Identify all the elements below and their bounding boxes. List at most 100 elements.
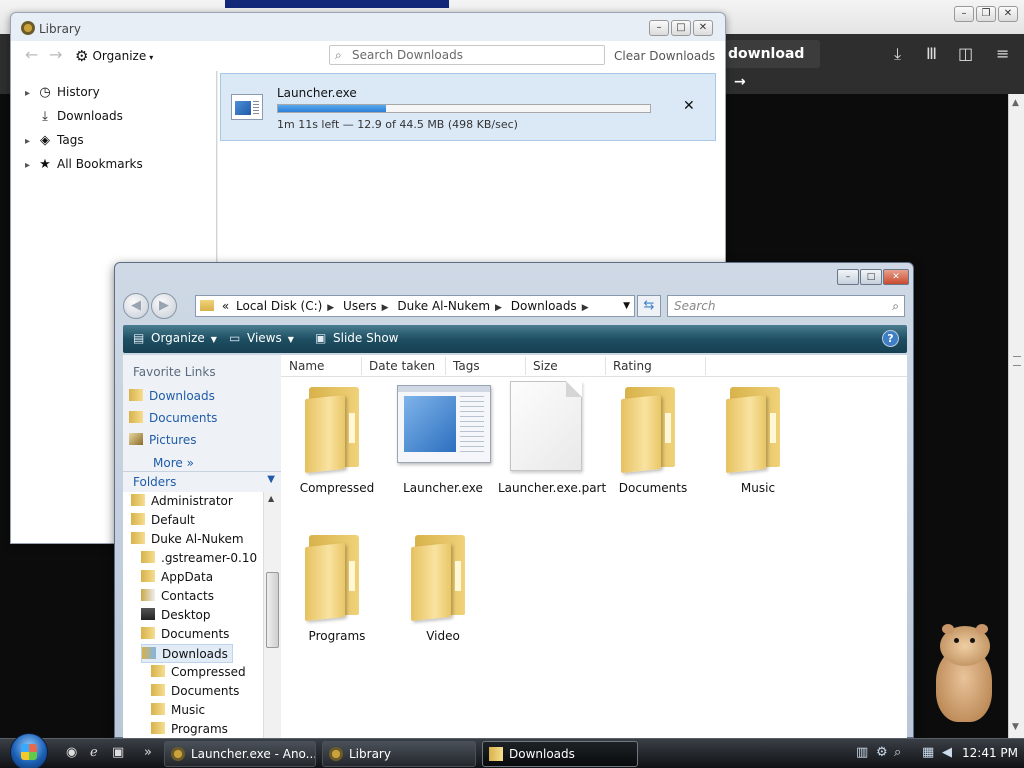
folders-header[interactable]: Folders ▼: [123, 471, 281, 491]
restore-button[interactable]: ❐: [976, 6, 996, 22]
chevron-right-icon[interactable]: ▶: [495, 303, 502, 313]
tree-item-contacts[interactable]: Contacts: [141, 587, 214, 606]
maximize-button[interactable]: □: [860, 269, 882, 285]
slideshow-button[interactable]: ▣ Slide Show: [315, 331, 398, 345]
address-dropdown-icon[interactable]: ▼: [623, 296, 630, 316]
tree-item-downloads[interactable]: Downloads: [141, 644, 233, 663]
minimize-button[interactable]: –: [649, 20, 669, 36]
sidebar-item-downloads[interactable]: ⤓ Downloads: [25, 109, 123, 129]
tree-item-compressed[interactable]: Compressed: [151, 663, 246, 682]
file-item-music[interactable]: Music: [708, 379, 808, 499]
tree-item-documents-sub[interactable]: Documents: [151, 682, 239, 701]
cancel-download-icon[interactable]: ✕: [683, 98, 695, 114]
breadcrumb-users[interactable]: Users: [343, 299, 377, 313]
scroll-up-icon[interactable]: ▲: [268, 494, 274, 503]
organize-menu[interactable]: ⚙ Organize ▾: [75, 47, 153, 65]
tree-item-appdata[interactable]: AppData: [141, 568, 213, 587]
file-item-compressed[interactable]: Compressed: [287, 379, 387, 499]
forward-arrow-icon[interactable]: →: [49, 45, 62, 64]
volume-icon[interactable]: ◀: [942, 745, 952, 760]
taskbar-item-downloads[interactable]: Downloads: [482, 741, 638, 767]
search-input[interactable]: ⌕ Search Downloads: [329, 45, 605, 65]
file-item-programs[interactable]: Programs: [287, 527, 387, 647]
file-item-documents[interactable]: Documents: [603, 379, 703, 499]
back-arrow-icon[interactable]: ←: [25, 45, 38, 64]
column-name[interactable]: Name: [289, 359, 324, 373]
sidebar-item-tags[interactable]: ▸ ◈ Tags: [25, 133, 84, 153]
maximize-button[interactable]: □: [671, 20, 691, 36]
views-button[interactable]: ▭ Views ▼: [229, 331, 294, 345]
browser-active-tab[interactable]: [225, 0, 449, 8]
file-item-video[interactable]: Video: [393, 527, 493, 647]
close-button[interactable]: ✕: [693, 20, 713, 36]
download-button[interactable]: download →: [720, 40, 820, 90]
scroll-down-icon[interactable]: ▼: [1012, 722, 1019, 732]
file-item-launcher-exe-part[interactable]: Launcher.exe.part: [498, 379, 606, 499]
download-arrow-icon[interactable]: ⤓: [894, 44, 901, 64]
chevron-right-icon[interactable]: ▶: [327, 303, 334, 313]
scroll-thumb[interactable]: [266, 572, 279, 648]
favorite-link-downloads[interactable]: Downloads: [129, 389, 215, 403]
tree-item-programs[interactable]: Programs: [151, 720, 228, 739]
breadcrumb-user[interactable]: Duke Al-Nukem: [397, 299, 490, 313]
quicklaunch-more-icon[interactable]: »: [144, 745, 152, 760]
library-icon[interactable]: Ⅲ: [926, 44, 937, 63]
breadcrumb-local-disk[interactable]: Local Disk (C:): [236, 299, 322, 313]
chevron-down-icon[interactable]: ▼: [267, 474, 275, 485]
download-item[interactable]: Launcher.exe 1m 11s left — 12.9 of 44.5 …: [220, 73, 716, 141]
tree-item-desktop[interactable]: Desktop: [141, 606, 211, 625]
chevron-right-icon[interactable]: ▶: [582, 303, 589, 313]
scroll-up-icon[interactable]: ▲: [1012, 98, 1019, 108]
minimize-button[interactable]: –: [837, 269, 859, 285]
close-button[interactable]: ✕: [998, 6, 1018, 22]
column-rating[interactable]: Rating: [613, 359, 652, 373]
help-icon[interactable]: ?: [882, 330, 899, 347]
clock[interactable]: 12:41 PM: [962, 746, 1018, 760]
sidebar-gadget-icon[interactable]: ▥: [856, 745, 868, 760]
forward-button[interactable]: ▶: [151, 293, 177, 319]
chevron-right-icon[interactable]: ▶: [382, 303, 389, 313]
hamster-gadget[interactable]: [928, 622, 1000, 724]
expand-icon[interactable]: ▸: [25, 136, 35, 147]
menu-icon[interactable]: ≡: [996, 44, 1009, 63]
expand-icon[interactable]: ▸: [25, 88, 35, 99]
organize-button[interactable]: ▤ Organize ▼: [133, 331, 217, 345]
start-button[interactable]: [8, 733, 50, 768]
search-input[interactable]: Search ⌕: [667, 295, 905, 317]
minimize-button[interactable]: –: [954, 6, 974, 22]
refresh-button[interactable]: ⇆: [637, 295, 661, 317]
address-bar[interactable]: « Local Disk (C:) ▶ Users ▶ Duke Al-Nukem ▶…: [195, 295, 635, 317]
tree-item-default[interactable]: Default: [131, 511, 195, 530]
column-date-taken[interactable]: Date taken: [369, 359, 435, 373]
quicklaunch-desktop-icon[interactable]: ▣: [112, 745, 124, 760]
settings-icon[interactable]: ⚙: [876, 745, 888, 760]
quicklaunch-ie-icon[interactable]: ℯ: [90, 745, 98, 760]
tree-item-duke-al-nukem[interactable]: Duke Al-Nukem: [131, 530, 244, 549]
scroll-grip[interactable]: [1013, 356, 1021, 366]
search-icon[interactable]: ⌕: [894, 745, 901, 760]
taskbar-item-library[interactable]: Library: [322, 741, 476, 767]
more-link[interactable]: More »: [153, 456, 194, 470]
back-button[interactable]: ◀: [123, 293, 149, 319]
tree-item-gstreamer[interactable]: .gstreamer-0.10: [141, 549, 257, 568]
breadcrumb-downloads[interactable]: Downloads: [511, 299, 577, 313]
tree-item-documents[interactable]: Documents: [141, 625, 229, 644]
tree-scrollbar[interactable]: ▲: [263, 492, 281, 739]
favorite-link-pictures[interactable]: Pictures: [129, 433, 197, 447]
column-size[interactable]: Size: [533, 359, 558, 373]
browser-scrollbar[interactable]: ▲ ▼: [1008, 94, 1024, 738]
clear-downloads-button[interactable]: Clear Downloads: [614, 49, 715, 63]
sidebar-icon[interactable]: ◫: [958, 44, 973, 63]
favorite-link-documents[interactable]: Documents: [129, 411, 217, 425]
column-tags[interactable]: Tags: [453, 359, 480, 373]
expand-icon[interactable]: ▸: [25, 160, 35, 171]
address-prefix[interactable]: «: [222, 299, 229, 313]
taskbar-item-launcher[interactable]: Launcher.exe - Ano...: [164, 741, 316, 767]
tree-item-administrator[interactable]: Administrator: [131, 492, 233, 511]
sidebar-item-history[interactable]: ▸ ◷ History: [25, 85, 100, 105]
file-item-launcher-exe[interactable]: Launcher.exe: [393, 379, 493, 499]
close-button[interactable]: ✕: [883, 269, 909, 285]
tree-item-music[interactable]: Music: [151, 701, 205, 720]
sidebar-item-all-bookmarks[interactable]: ▸ ★ All Bookmarks: [25, 157, 143, 177]
network-icon[interactable]: ▦: [922, 745, 934, 760]
